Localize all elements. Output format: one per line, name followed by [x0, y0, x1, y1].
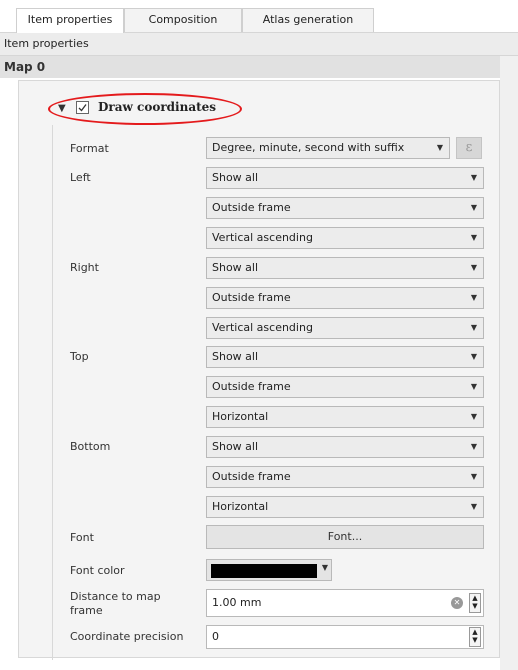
distance-value: 1.00 mm [212, 596, 262, 609]
bottom-display-value: Show all [212, 440, 259, 453]
chevron-down-icon: ▼ [470, 233, 477, 242]
right-position-value: Outside frame [212, 291, 291, 304]
distance-label-line1: Distance to map [70, 590, 161, 603]
chevron-down-icon: ▼ [470, 293, 477, 302]
chevron-down-icon: ▼ [470, 203, 477, 212]
top-position-value: Outside frame [212, 380, 291, 393]
chevron-down-icon: ▼ [470, 472, 477, 481]
distance-label-line2: frame [70, 604, 103, 617]
format-label: Format [70, 142, 109, 155]
precision-value: 0 [212, 630, 219, 643]
font-label: Font [70, 531, 94, 544]
section-header-map: Map 0 [0, 56, 500, 78]
chevron-down-icon: ▼ [470, 412, 477, 421]
font-color-button[interactable]: ▼ [206, 559, 332, 581]
left-label: Left [70, 171, 91, 184]
tab-atlas-generation[interactable]: Atlas generation [242, 8, 374, 32]
chevron-down-icon: ▼ [470, 352, 477, 361]
bottom-direction-combo[interactable]: Horizontal ▼ [206, 496, 484, 518]
format-value: Degree, minute, second with suffix [212, 141, 405, 154]
left-display-combo[interactable]: Show all ▼ [206, 167, 484, 189]
right-direction-value: Vertical ascending [212, 321, 313, 334]
chevron-down-icon: ▼ [436, 143, 443, 152]
bottom-position-value: Outside frame [212, 470, 291, 483]
chevron-down-icon: ▼ [470, 382, 477, 391]
panel-title: Item properties [0, 32, 518, 56]
tab-item-properties[interactable]: Item properties [16, 8, 124, 33]
bottom-label: Bottom [70, 440, 111, 453]
chevron-down-icon: ▼ [470, 173, 477, 182]
left-direction-value: Vertical ascending [212, 231, 313, 244]
chevron-down-icon: ▼ [470, 323, 477, 332]
right-display-combo[interactable]: Show all ▼ [206, 257, 484, 279]
precision-label: Coordinate precision [70, 630, 184, 643]
top-display-value: Show all [212, 350, 259, 363]
scrollbar[interactable] [500, 56, 518, 670]
chevron-down-icon: ▼ [470, 442, 477, 451]
bottom-display-combo[interactable]: Show all ▼ [206, 436, 484, 458]
clear-icon[interactable]: ✕ [451, 597, 463, 609]
distance-label: Distance to map frame [70, 590, 161, 618]
distance-spinbox[interactable]: 1.00 mm ✕ ▲ ▼ [206, 589, 484, 617]
format-combo[interactable]: Degree, minute, second with suffix ▼ [206, 137, 450, 159]
spin-arrows-icon[interactable]: ▲ ▼ [469, 627, 481, 647]
tab-composition[interactable]: Composition [124, 8, 242, 32]
right-position-combo[interactable]: Outside frame ▼ [206, 287, 484, 309]
bottom-direction-value: Horizontal [212, 500, 269, 513]
tab-bar: Item properties Composition Atlas genera… [0, 0, 518, 33]
top-position-combo[interactable]: Outside frame ▼ [206, 376, 484, 398]
top-direction-combo[interactable]: Horizontal ▼ [206, 406, 484, 428]
font-button[interactable]: Font... [206, 525, 484, 549]
chevron-down-icon: ▼ [470, 263, 477, 272]
highlight-ellipse [48, 93, 242, 125]
top-display-combo[interactable]: Show all ▼ [206, 346, 484, 368]
right-label: Right [70, 261, 99, 274]
left-display-value: Show all [212, 171, 259, 184]
top-label: Top [70, 350, 89, 363]
font-color-label: Font color [70, 564, 125, 577]
left-position-combo[interactable]: Outside frame ▼ [206, 197, 484, 219]
left-direction-combo[interactable]: Vertical ascending ▼ [206, 227, 484, 249]
precision-spinbox[interactable]: 0 ▲ ▼ [206, 625, 484, 649]
right-direction-combo[interactable]: Vertical ascending ▼ [206, 317, 484, 339]
bottom-position-combo[interactable]: Outside frame ▼ [206, 466, 484, 488]
color-swatch [211, 564, 317, 578]
chevron-down-icon: ▼ [321, 563, 328, 572]
right-display-value: Show all [212, 261, 259, 274]
left-position-value: Outside frame [212, 201, 291, 214]
top-direction-value: Horizontal [212, 410, 269, 423]
spin-arrows-icon[interactable]: ▲ ▼ [469, 593, 481, 613]
epsilon-icon[interactable]: ε [456, 137, 482, 159]
chevron-down-icon: ▼ [470, 502, 477, 511]
